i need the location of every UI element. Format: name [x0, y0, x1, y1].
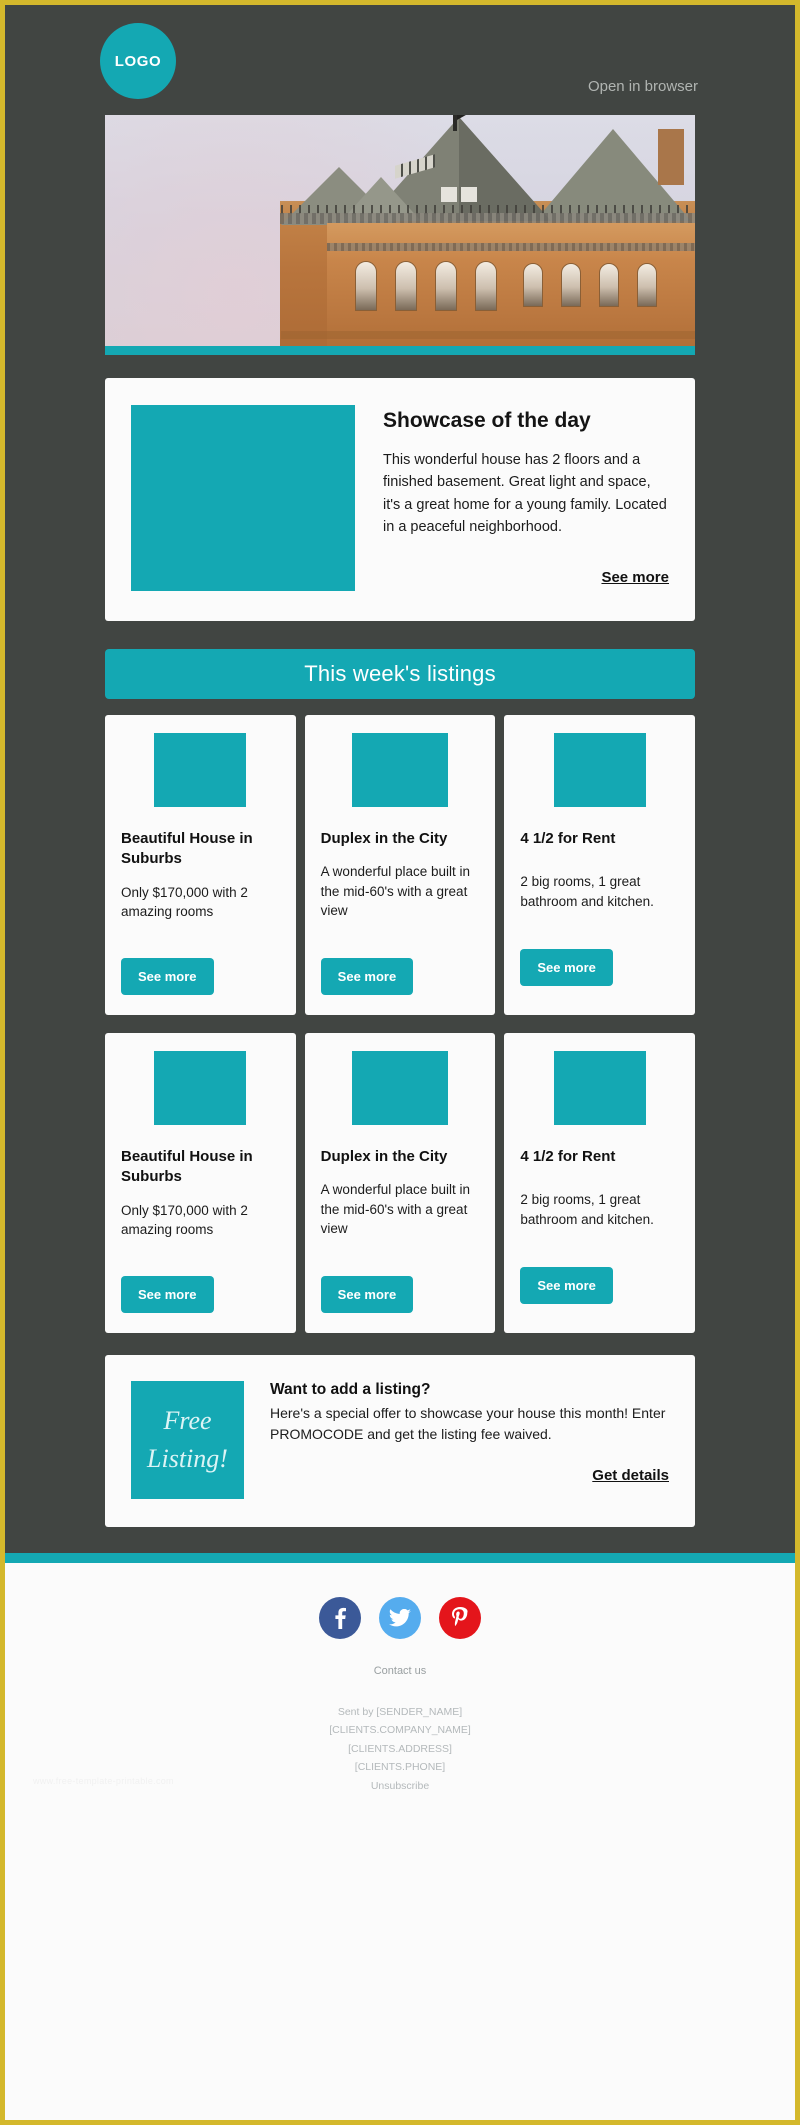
hero-window: [395, 261, 417, 311]
listing-image-placeholder: [553, 733, 646, 807]
listing-title: Beautiful House in Suburbs: [121, 1148, 253, 1186]
email-preview-page: LOGO Open in browser Showcase of the day…: [0, 0, 800, 2125]
hero-dormer: [441, 187, 457, 202]
listing-description: Only $170,000 with 2 amazing rooms: [121, 884, 248, 920]
client-phone: [CLIENTS.PHONE]: [354, 1761, 446, 1774]
logo-label: LOGO: [114, 52, 162, 70]
listing-card[interactable]: Duplex in the City A wonderful place bui…: [304, 715, 496, 1015]
hero-cornice-band-lower: [327, 243, 695, 251]
listing-card[interactable]: Beautiful House in Suburbs Only $170,000…: [105, 715, 296, 1015]
client-company-name: [CLIENTS.COMPANY_NAME]: [329, 1724, 471, 1737]
listing-description: A wonderful place built in the mid-60's …: [320, 1182, 471, 1237]
listing-description: Only $170,000 with 2 amazing rooms: [121, 1202, 248, 1238]
section-banner: This week's listings: [105, 649, 695, 699]
listing-image-placeholder: [352, 1051, 448, 1125]
showcase-card: Showcase of the day This wonderful house…: [105, 378, 695, 621]
listing-grid-row-2: Beautiful House in Suburbs Only $170,000…: [105, 1033, 696, 1333]
free-listing-badge-line2: Listing!: [147, 1444, 228, 1473]
listing-card[interactable]: 4 1/2 for Rent 2 big rooms, 1 great bath…: [504, 1033, 696, 1333]
listing-description: 2 big rooms, 1 great bathroom and kitche…: [520, 1192, 654, 1227]
promo-link-row: Get details: [270, 1467, 669, 1485]
listing-title: Duplex in the City: [320, 1148, 448, 1165]
showcase-description: This wonderful house has 2 floors and a …: [383, 452, 667, 536]
open-in-browser-link[interactable]: Open in browser: [588, 78, 698, 95]
hero-base-strip: [281, 331, 695, 339]
hero-window: [475, 261, 497, 311]
listing-card[interactable]: Duplex in the City A wonderful place bui…: [304, 1033, 496, 1333]
hero-window: [355, 261, 377, 311]
email-body-dark: LOGO Open in browser Showcase of the day…: [5, 5, 795, 1563]
hero-window: [523, 263, 543, 307]
contact-us-link[interactable]: Contact us: [5, 1665, 795, 1677]
email-footer: Contact us Sent by [SENDER_NAME] [CLIENT…: [5, 1563, 795, 1819]
showcase-title: Showcase of the day: [383, 409, 591, 432]
hero-window: [435, 261, 457, 311]
sender-name: Sent by [SENDER_NAME]: [337, 1706, 463, 1718]
listing-title: Duplex in the City: [320, 830, 448, 847]
showcase-see-more-link[interactable]: See more: [601, 569, 669, 586]
listing-see-more-button[interactable]: See more: [320, 958, 414, 995]
listing-image-placeholder: [154, 733, 247, 807]
listing-card[interactable]: Beautiful House in Suburbs Only $170,000…: [105, 1033, 296, 1333]
listing-image-placeholder: [553, 1051, 646, 1125]
logo[interactable]: LOGO: [100, 23, 176, 99]
twitter-icon[interactable]: [379, 1597, 421, 1639]
hero-window: [637, 263, 657, 307]
listing-see-more-button[interactable]: See more: [520, 1267, 613, 1304]
hero-flag-icon: [457, 115, 473, 120]
free-listing-badge: Free Listing!: [131, 1381, 244, 1499]
listing-grid-row-1: Beautiful House in Suburbs Only $170,000…: [105, 715, 696, 1015]
promo-card: Free Listing! Want to add a listing? Her…: [105, 1355, 695, 1527]
hero-dormer: [461, 187, 477, 202]
hero-window: [599, 263, 619, 307]
listing-see-more-button[interactable]: See more: [320, 1276, 414, 1313]
hero-image: [105, 115, 695, 346]
listing-title: Beautiful House in Suburbs: [121, 830, 253, 868]
section-banner-title: This week's listings: [304, 661, 496, 686]
pinterest-icon[interactable]: [439, 1597, 481, 1639]
email-header: LOGO Open in browser: [5, 5, 795, 115]
listing-see-more-button[interactable]: See more: [121, 958, 214, 995]
showcase-link-row: See more: [383, 569, 669, 587]
listing-title: 4 1/2 for Rent: [520, 1148, 616, 1165]
hero-chimney: [658, 129, 684, 185]
listing-image-placeholder: [154, 1051, 247, 1125]
hero-window: [561, 263, 581, 307]
hero-section: [105, 115, 695, 355]
social-links: [5, 1597, 795, 1639]
free-listing-badge-line1: Free: [163, 1406, 212, 1436]
site-watermark: www.free-template-printable.com: [33, 1775, 174, 1786]
listing-image-placeholder: [352, 733, 448, 807]
promo-description: Here's a special offer to showcase your …: [270, 1405, 666, 1442]
footer-accent-bar: [5, 1553, 795, 1563]
promo-body: Want to add a listing? Here's a special …: [270, 1381, 669, 1499]
listing-see-more-button[interactable]: See more: [520, 949, 613, 986]
hero-accent-bar: [105, 346, 695, 355]
listing-title: 4 1/2 for Rent: [520, 830, 616, 847]
listing-card[interactable]: 4 1/2 for Rent 2 big rooms, 1 great bath…: [504, 715, 696, 1015]
client-address: [CLIENTS.ADDRESS]: [348, 1742, 452, 1755]
listing-see-more-button[interactable]: See more: [121, 1276, 214, 1313]
promo-title: Want to add a listing?: [270, 1381, 431, 1398]
get-details-link[interactable]: Get details: [592, 1467, 669, 1484]
showcase-image-placeholder: [131, 405, 355, 591]
listing-description: A wonderful place built in the mid-60's …: [320, 864, 471, 919]
showcase-body: Showcase of the day This wonderful house…: [383, 405, 669, 591]
listing-description: 2 big rooms, 1 great bathroom and kitche…: [520, 874, 654, 909]
facebook-icon[interactable]: [319, 1597, 361, 1639]
